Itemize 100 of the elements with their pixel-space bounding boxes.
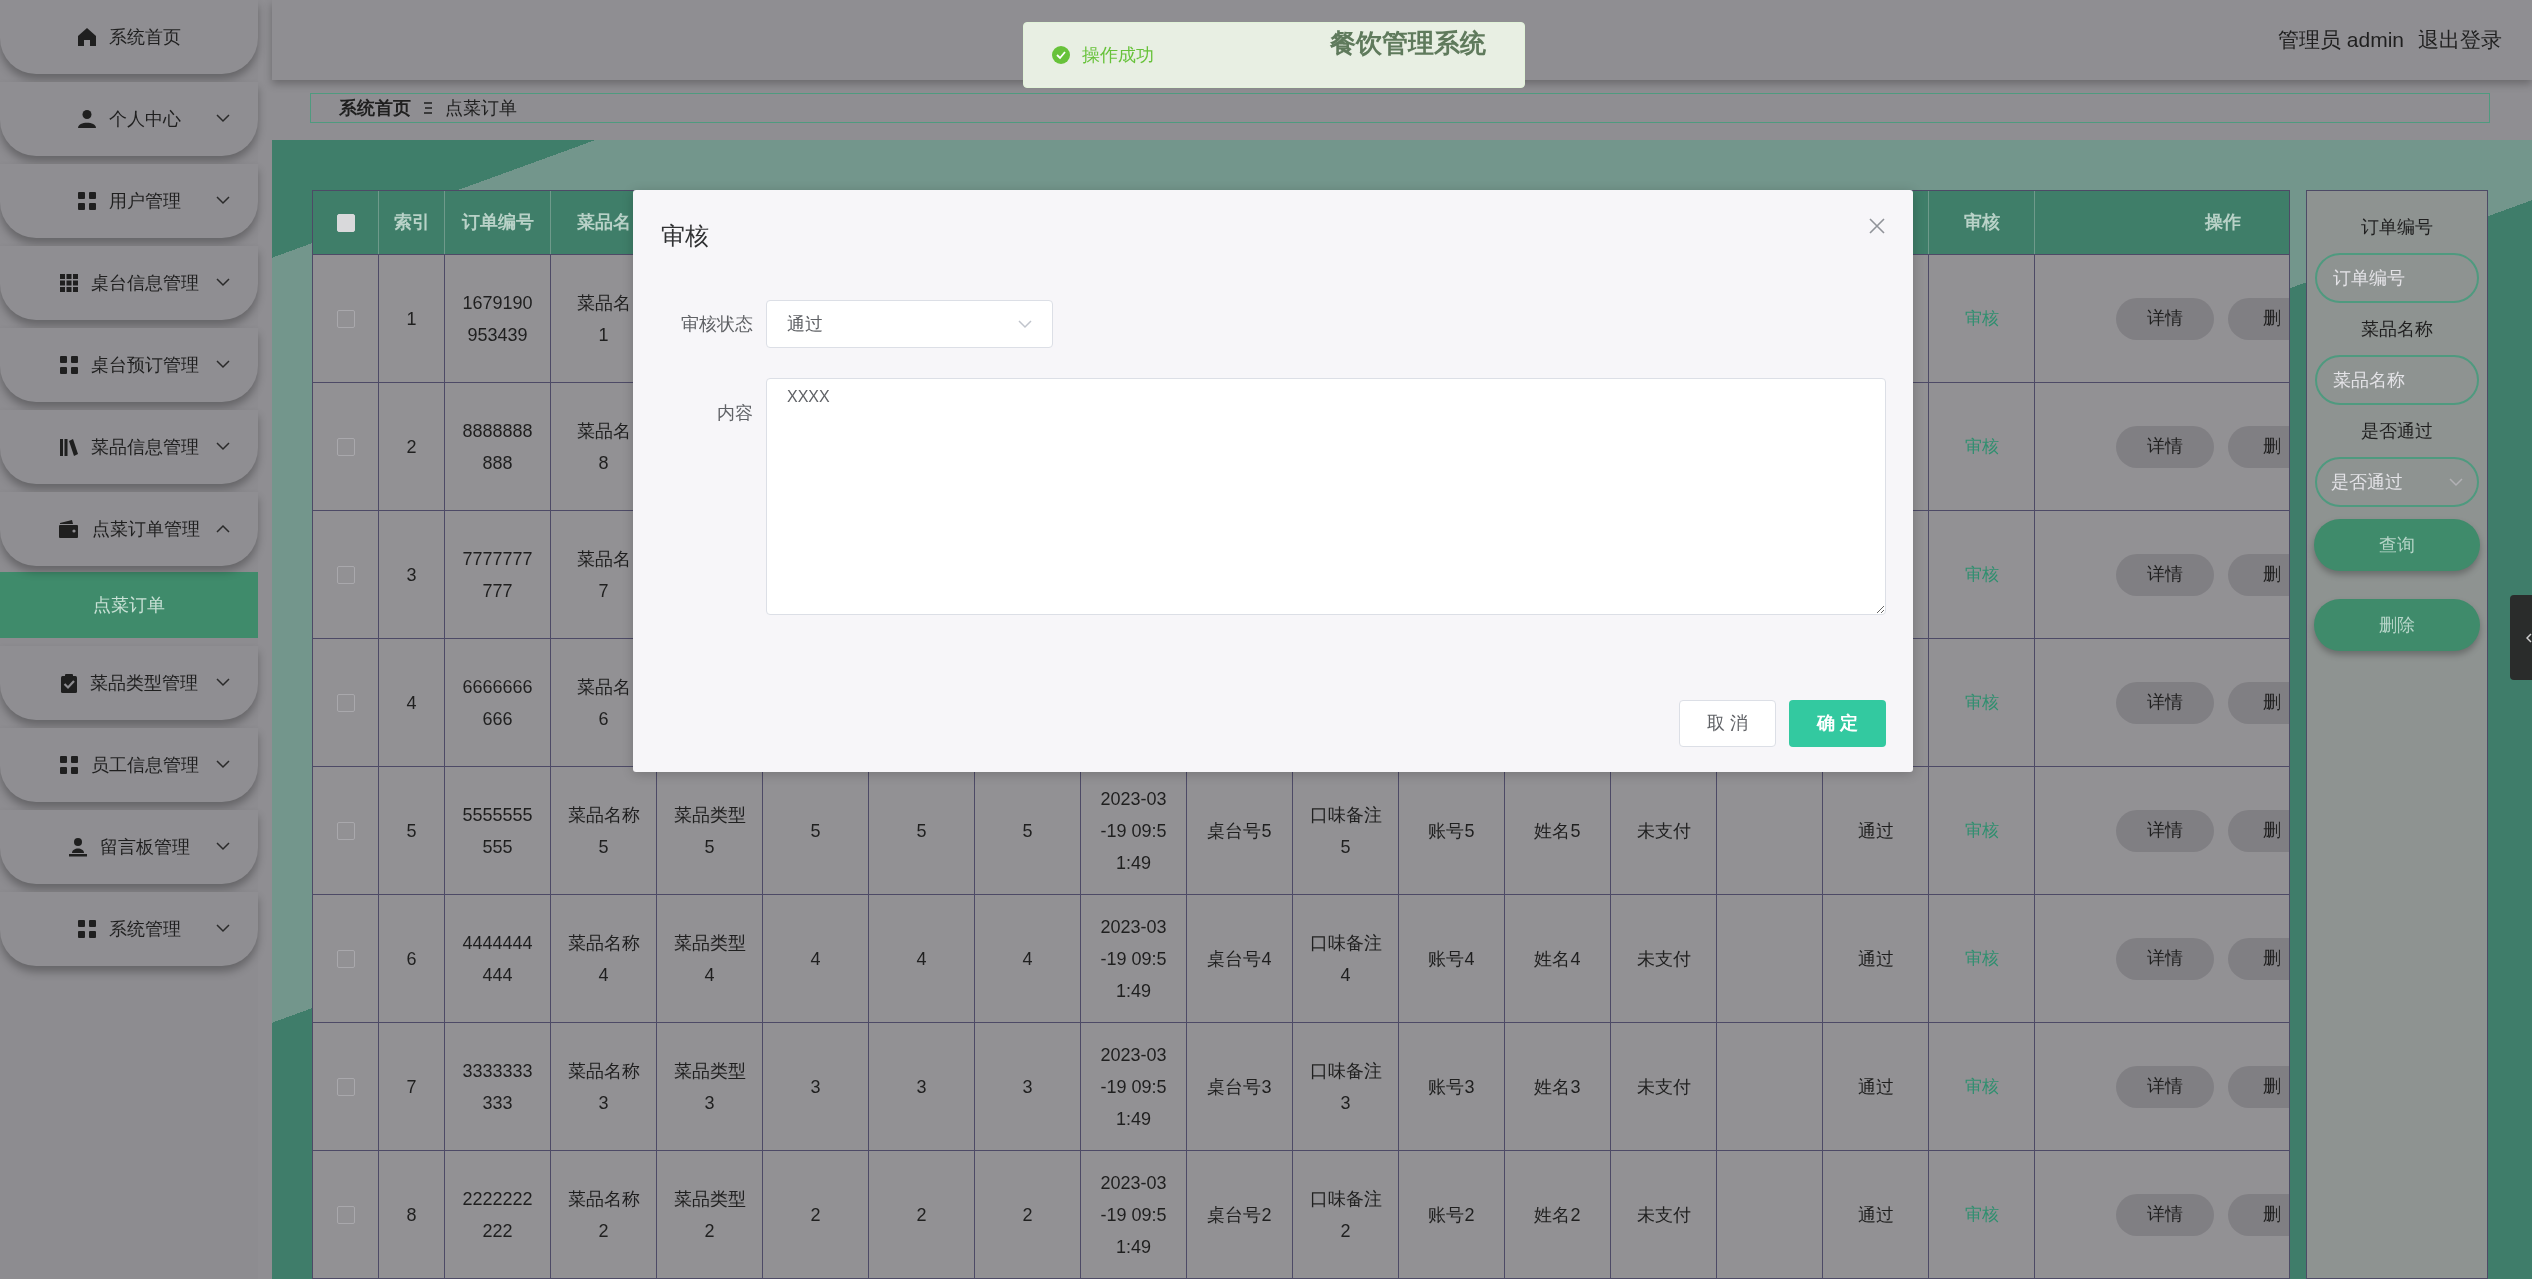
table-cell-text: 6 [406,947,417,971]
table-cell-text: 未支付 [1636,947,1691,971]
checkbox[interactable] [336,437,355,456]
sidebar-item[interactable]: 系统管理 [0,892,258,966]
table-cell-text: 口味备注 4 [1309,931,1382,987]
logout-link[interactable]: 退出登录 [2418,24,2502,56]
dialog-title: 审核 [661,221,709,251]
search-field[interactable]: 订单编号 [2315,253,2479,303]
search-field[interactable]: 菜品名称 [2315,355,2479,405]
cancel-button[interactable]: 取 消 [1679,700,1776,747]
table-cell-text: 2023-03 -19 09:5 1:49 [1100,1171,1167,1259]
table-cell-text: 5 [810,819,821,843]
chevron-icon [216,760,230,769]
table-cell-text: 3 [810,1075,821,1099]
delete-button[interactable]: 删 [2228,809,2289,852]
table-cell-text: 菜品名 6 [576,675,631,731]
delete-button[interactable]: 删 [2228,297,2289,340]
confirm-button[interactable]: 确 定 [1789,700,1886,747]
sidebar-item[interactable]: 用户管理 [0,164,258,238]
table-cell-text: 桌台号4 [1207,947,1272,971]
checkbox[interactable] [336,309,355,328]
table-cell-text: 4 [810,947,821,971]
breadcrumb-link[interactable]: 系统首页 [339,94,411,122]
detail-button[interactable]: 详情 [2116,809,2214,852]
column-header: 菜品名 [576,211,631,234]
grid-icon [59,273,79,293]
content-field[interactable]: XXXX [766,378,1886,615]
detail-button[interactable]: 详情 [2116,1193,2214,1236]
table-cell-text: 1679190 953439 [462,291,533,347]
sidebar-item[interactable]: 桌台预订管理 [0,328,258,402]
detail-button[interactable]: 详情 [2116,553,2214,596]
delete-button[interactable]: 删 [2228,681,2289,724]
field-label: 订单编号 [2361,216,2433,239]
field-label: 菜品名称 [2361,318,2433,341]
table-cell-text: 菜品名 8 [576,419,631,475]
clipboard-icon [60,673,78,693]
delete-button[interactable]: 删 [2228,937,2289,980]
sidebar-item[interactable]: 留言板管理 [0,810,258,884]
query-button[interactable]: 查询 [2314,519,2480,571]
sidebar-item[interactable]: 菜品类型管理 [0,646,258,720]
table-cell-text: 5 [916,819,927,843]
grid-icon [77,191,97,211]
sidebar-item[interactable]: 点菜订单管理 [0,492,258,566]
checkbox[interactable] [336,1077,355,1096]
table-cell-text: 口味备注 2 [1309,1187,1382,1243]
checkbox[interactable] [336,565,355,584]
detail-button[interactable]: 详情 [2116,425,2214,468]
detail-button[interactable]: 详情 [2116,937,2214,980]
chevron-icon [216,924,230,933]
table-cell-text: 菜品名称 5 [567,803,640,859]
status-select[interactable]: 通过 [766,300,1053,348]
close-icon[interactable] [1869,218,1885,234]
submenu-item[interactable]: 点菜订单 [0,572,258,638]
delete-button[interactable]: 删 [2228,425,2289,468]
table-cell-text: 账号5 [1428,819,1475,843]
select-field[interactable]: 是否通过 [2315,457,2479,507]
column-header: 订单编号 [461,211,534,234]
checkbox[interactable] [336,693,355,712]
table-cell-text: 2 [1022,1203,1033,1227]
side-handle[interactable] [2510,595,2532,680]
check-circle-icon [1052,46,1070,64]
wallet-icon [58,519,80,539]
table-cell-text: 通过 [1857,1203,1894,1227]
column-header: 操作 [2205,211,2241,234]
person-icon [68,837,88,857]
sidebar-item[interactable]: 系统首页 [0,0,258,74]
dropdown-icon [1018,319,1032,329]
checkbox[interactable] [336,213,355,232]
table-cell-text: 桌台号5 [1207,819,1272,843]
delete-button[interactable]: 删 [2228,1065,2289,1108]
table-cell-text: 7777777 777 [462,547,533,603]
table-cell-text: 3 [916,1075,927,1099]
delete-button[interactable]: 删 [2228,553,2289,596]
sidebar-item[interactable]: 员工信息管理 [0,728,258,802]
chevron-icon [216,196,230,205]
checkbox[interactable] [336,949,355,968]
table-cell-text: 2 [810,1203,821,1227]
chevron-icon [216,114,230,123]
table-cell-text: 姓名4 [1534,947,1581,971]
delete-button[interactable]: 删除 [2314,599,2480,651]
checkbox[interactable] [336,821,355,840]
delete-button[interactable]: 删 [2228,1193,2289,1236]
chevron-icon [216,678,230,687]
column-header: 审核 [1963,211,2000,234]
checkbox[interactable] [336,1205,355,1224]
table-cell-text: 4 [916,947,927,971]
table-cell-text: 8 [406,1203,417,1227]
table-cell-text: 通过 [1857,1075,1894,1099]
sidebar-item[interactable]: 个人中心 [0,82,258,156]
detail-button[interactable]: 详情 [2116,681,2214,724]
detail-button[interactable]: 详情 [2116,1065,2214,1108]
table-cell-text: 菜品类型 5 [673,803,746,859]
table-cell-text: 5555555 555 [462,803,533,859]
sidebar-item[interactable]: 桌台信息管理 [0,246,258,320]
table-cell-text: 4 [1022,947,1033,971]
detail-button[interactable]: 详情 [2116,297,2214,340]
sidebar-item[interactable]: 菜品信息管理 [0,410,258,484]
table-cell-text: 8888888 888 [462,419,533,475]
field-label: 审核状态 [681,313,753,336]
table-cell-text: 2 [406,435,417,459]
